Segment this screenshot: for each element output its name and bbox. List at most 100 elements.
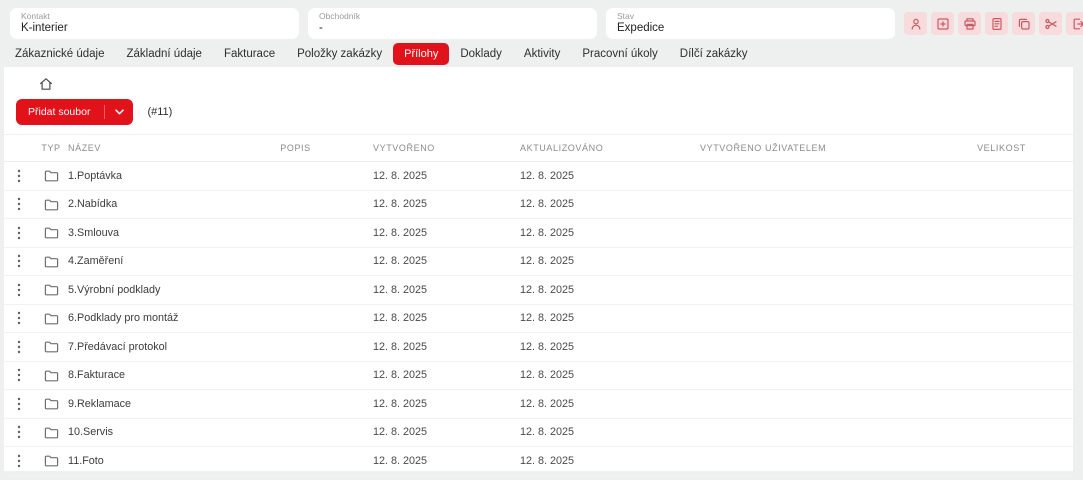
folder-icon[interactable] xyxy=(34,169,68,182)
field-value: - xyxy=(319,21,586,35)
header-fields: Kontakt K-interier Obchodník - Stav Expe… xyxy=(10,8,895,39)
table-row[interactable]: 2.Nabídka 12. 8. 2025 12. 8. 2025 xyxy=(4,191,1073,220)
row-updated: 12. 8. 2025 xyxy=(510,198,690,210)
row-name[interactable]: 10.Servis xyxy=(68,426,228,438)
row-name[interactable]: 6.Podklady pro montáž xyxy=(68,312,228,324)
field-label: Obchodník xyxy=(319,11,586,21)
folder-icon[interactable] xyxy=(34,226,68,239)
row-created: 12. 8. 2025 xyxy=(363,455,510,467)
logout-icon[interactable] xyxy=(1066,12,1083,35)
tab-item[interactable]: Aktivity xyxy=(524,43,560,65)
folder-icon[interactable] xyxy=(34,369,68,382)
field-label: Kontakt xyxy=(21,11,288,21)
row-updated: 12. 8. 2025 xyxy=(510,455,690,467)
col-popis: POPIS xyxy=(228,143,363,153)
row-name[interactable]: 3.Smlouva xyxy=(68,227,228,239)
col-aktualizovano: AKTUALIZOVÁNO xyxy=(510,143,690,153)
print-icon[interactable] xyxy=(958,12,981,35)
field-value: Expedice xyxy=(617,21,884,35)
row-menu-icon[interactable] xyxy=(4,340,34,354)
row-menu-icon[interactable] xyxy=(4,283,34,297)
row-name[interactable]: 7.Předávací protokol xyxy=(68,341,228,353)
table-row[interactable]: 4.Zaměření 12. 8. 2025 12. 8. 2025 xyxy=(4,248,1073,277)
table-row[interactable]: 3.Smlouva 12. 8. 2025 12. 8. 2025 xyxy=(4,219,1073,248)
row-updated: 12. 8. 2025 xyxy=(510,255,690,267)
col-vytvoreno-uzivatelem: VYTVOŘENO UŽIVATELEM xyxy=(690,143,930,153)
attachments-toolbar: Přidat soubor (#11) xyxy=(4,94,1073,134)
row-menu-icon[interactable] xyxy=(4,397,34,411)
col-typ: TYP xyxy=(34,143,68,153)
row-menu-icon[interactable] xyxy=(4,169,34,183)
row-menu-icon[interactable] xyxy=(4,197,34,211)
topbar-actions xyxy=(904,8,1083,35)
row-updated: 12. 8. 2025 xyxy=(510,398,690,410)
folder-icon[interactable] xyxy=(34,340,68,353)
col-velikost: VELIKOST xyxy=(930,143,1073,153)
folder-icon[interactable] xyxy=(34,255,68,268)
header-field-input[interactable]: Kontakt K-interier xyxy=(10,8,299,39)
home-icon[interactable] xyxy=(38,79,54,96)
table-row[interactable]: 8.Fakturace 12. 8. 2025 12. 8. 2025 xyxy=(4,362,1073,391)
folder-icon[interactable] xyxy=(34,312,68,325)
header-field-input[interactable]: Stav Expedice xyxy=(606,8,895,39)
document-icon[interactable] xyxy=(985,12,1008,35)
content-card: Přidat soubor (#11) TYP NÁZEV POPIS VYTV… xyxy=(4,67,1073,471)
row-created: 12. 8. 2025 xyxy=(363,198,510,210)
scissors-icon[interactable] xyxy=(1039,12,1062,35)
row-updated: 12. 8. 2025 xyxy=(510,369,690,381)
row-menu-icon[interactable] xyxy=(4,226,34,240)
row-updated: 12. 8. 2025 xyxy=(510,312,690,324)
tab-item[interactable]: Pracovní úkoly xyxy=(582,43,657,65)
folder-icon[interactable] xyxy=(34,397,68,410)
row-name[interactable]: 11.Foto xyxy=(68,455,228,467)
tab-item[interactable]: Položky zakázky xyxy=(297,43,382,65)
row-menu-icon[interactable] xyxy=(4,311,34,325)
table-row[interactable]: 7.Předávací protokol 12. 8. 2025 12. 8. … xyxy=(4,333,1073,362)
add-square-icon[interactable] xyxy=(931,12,954,35)
table-row[interactable]: 11.Foto 12. 8. 2025 12. 8. 2025 xyxy=(4,447,1073,476)
folder-icon[interactable] xyxy=(34,198,68,211)
copy-icon[interactable] xyxy=(1012,12,1035,35)
row-name[interactable]: 4.Zaměření xyxy=(68,255,228,267)
row-updated: 12. 8. 2025 xyxy=(510,284,690,296)
row-name[interactable]: 2.Nabídka xyxy=(68,198,228,210)
folder-icon[interactable] xyxy=(34,426,68,439)
add-file-button[interactable]: Přidat soubor xyxy=(16,99,133,125)
row-updated: 12. 8. 2025 xyxy=(510,341,690,353)
tab-item[interactable]: Základní údaje xyxy=(127,43,202,65)
row-created: 12. 8. 2025 xyxy=(363,170,510,182)
tab-item[interactable]: Zákaznické údaje xyxy=(15,43,105,65)
header-field-input[interactable]: Obchodník - xyxy=(308,8,597,39)
row-name[interactable]: 8.Fakturace xyxy=(68,369,228,381)
table-row[interactable]: 5.Výrobní podklady 12. 8. 2025 12. 8. 20… xyxy=(4,276,1073,305)
tab-bar: Zákaznické údaje Základní údaje Fakturac… xyxy=(0,40,1083,67)
order-number-label: (#11) xyxy=(147,106,172,118)
tab-item[interactable]: Doklady xyxy=(460,43,502,65)
row-menu-icon[interactable] xyxy=(4,425,34,439)
folder-icon[interactable] xyxy=(34,283,68,296)
row-menu-icon[interactable] xyxy=(4,254,34,268)
person-icon[interactable] xyxy=(904,12,927,35)
row-menu-icon[interactable] xyxy=(4,368,34,382)
row-created: 12. 8. 2025 xyxy=(363,227,510,239)
table-row[interactable]: 6.Podklady pro montáž 12. 8. 2025 12. 8.… xyxy=(4,305,1073,334)
row-created: 12. 8. 2025 xyxy=(363,284,510,296)
row-created: 12. 8. 2025 xyxy=(363,426,510,438)
table-row[interactable]: 9.Reklamace 12. 8. 2025 12. 8. 2025 xyxy=(4,390,1073,419)
row-name[interactable]: 5.Výrobní podklady xyxy=(68,284,228,296)
add-file-button-label: Přidat soubor xyxy=(28,106,90,118)
table-row[interactable]: 10.Servis 12. 8. 2025 12. 8. 2025 xyxy=(4,419,1073,448)
table-body: 1.Poptávka 12. 8. 2025 12. 8. 2025 2.Nab… xyxy=(4,162,1073,476)
chevron-down-icon xyxy=(115,106,124,118)
tab-item[interactable]: Fakturace xyxy=(224,43,275,65)
row-name[interactable]: 9.Reklamace xyxy=(68,398,228,410)
row-name[interactable]: 1.Poptávka xyxy=(68,170,228,182)
tab-item[interactable]: Přílohy xyxy=(393,43,449,65)
folder-icon[interactable] xyxy=(34,454,68,467)
table-row[interactable]: 1.Poptávka 12. 8. 2025 12. 8. 2025 xyxy=(4,162,1073,191)
field-label: Stav xyxy=(617,11,884,21)
row-updated: 12. 8. 2025 xyxy=(510,227,690,239)
tab-item[interactable]: Dílčí zakázky xyxy=(680,43,748,65)
row-menu-icon[interactable] xyxy=(4,454,34,468)
table-header: TYP NÁZEV POPIS VYTVOŘENO AKTUALIZOVÁNO … xyxy=(4,134,1073,162)
